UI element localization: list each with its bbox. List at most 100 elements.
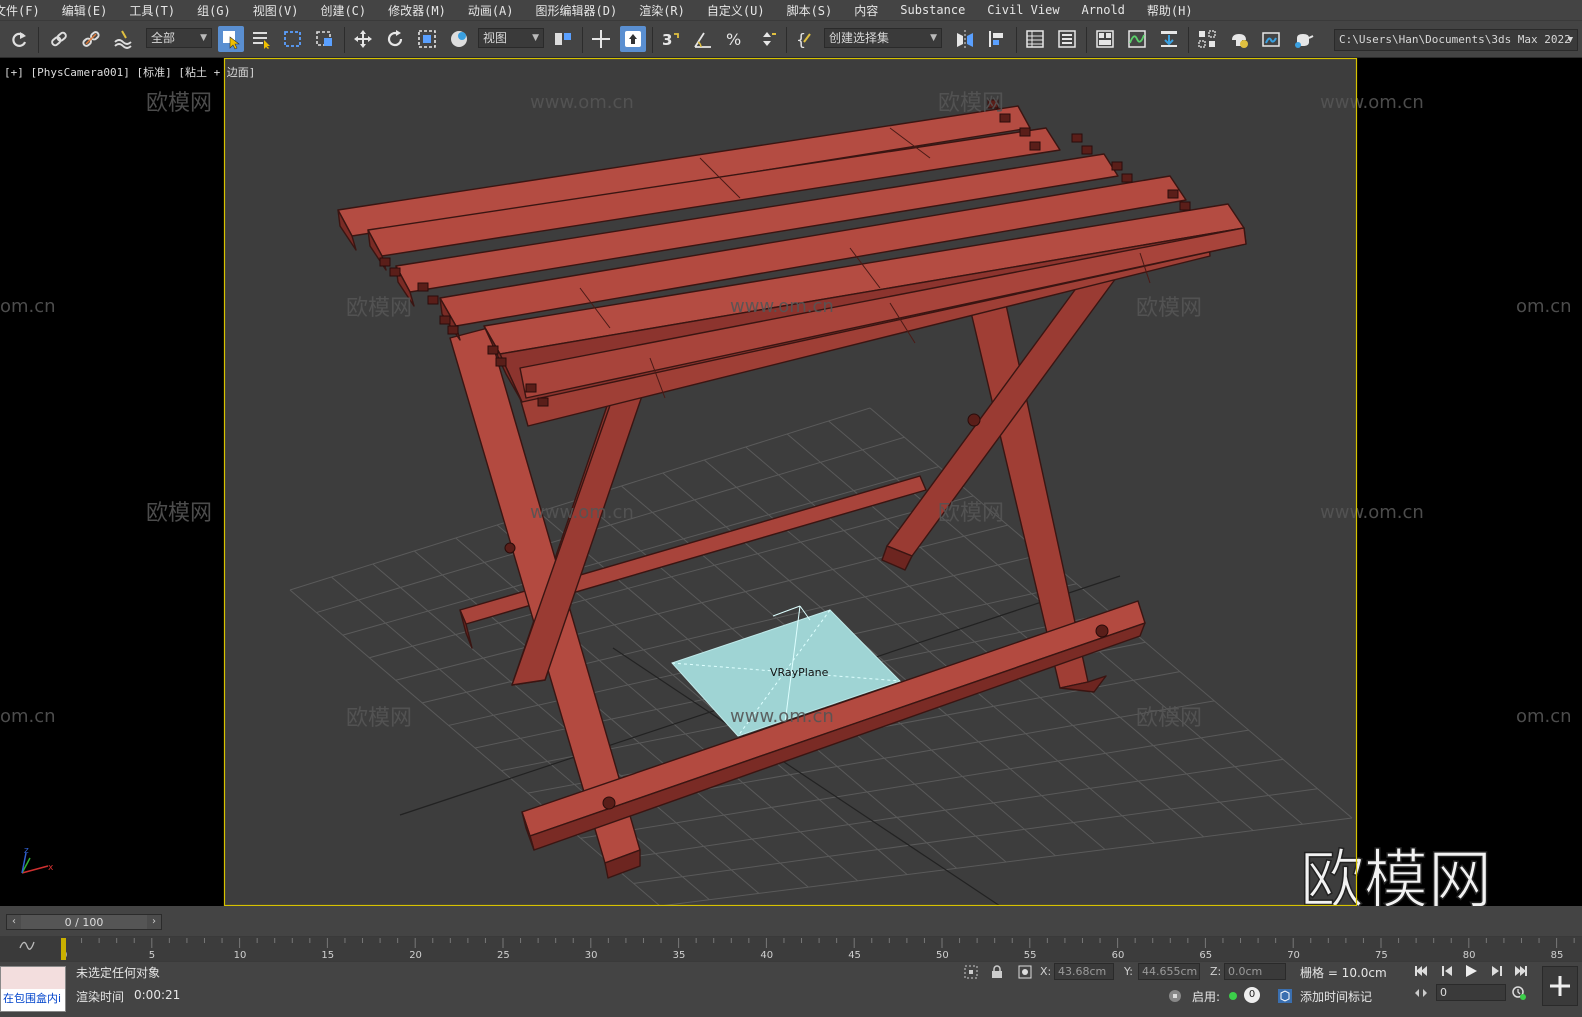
mirror-button[interactable] xyxy=(952,26,978,52)
material-editor-button[interactable] xyxy=(1194,26,1220,52)
track-bar[interactable]: 0510152025303540455055606570758085 xyxy=(0,936,1582,962)
menu-item-3[interactable]: 组(G) xyxy=(197,2,231,19)
menu-item-14[interactable]: Civil View xyxy=(987,3,1059,17)
percent-icon: % xyxy=(726,30,741,49)
go-to-end-button[interactable] xyxy=(1512,962,1530,980)
menu-item-15[interactable]: Arnold xyxy=(1082,3,1125,17)
viewport-label-menu[interactable]: [+] [PhysCamera001] [标准] [粘土 + 边面] xyxy=(4,64,255,80)
render-production-button[interactable] xyxy=(1290,26,1316,52)
edit-named-selection-button[interactable]: { xyxy=(792,26,818,52)
frame-counter: 0 / 100 xyxy=(64,915,104,929)
menu-item-10[interactable]: 自定义(U) xyxy=(707,2,765,19)
render-setup-icon xyxy=(1232,34,1248,48)
frame-tick-label: 40 xyxy=(760,950,773,961)
keyboard-shortcut-override-button[interactable] xyxy=(620,26,646,52)
bind-space-warp-button[interactable] xyxy=(110,26,136,52)
angle-snap-button[interactable] xyxy=(690,26,716,52)
menu-item-16[interactable]: 帮助(H) xyxy=(1147,2,1193,19)
menu-item-7[interactable]: 动画(A) xyxy=(468,2,514,19)
menu-item-13[interactable]: Substance xyxy=(900,3,965,17)
rectangular-selection-button[interactable] xyxy=(280,26,306,52)
menu-item-2[interactable]: 工具(T) xyxy=(129,2,175,19)
current-frame-marker[interactable] xyxy=(61,938,66,960)
select-object-button[interactable] xyxy=(218,26,244,52)
render-setup-button[interactable] xyxy=(1226,26,1252,52)
menu-item-1[interactable]: 编辑(E) xyxy=(62,2,108,19)
go-to-start-button[interactable] xyxy=(1412,962,1430,980)
time-tag-button[interactable] xyxy=(1276,987,1294,1005)
frame-tick-label: 20 xyxy=(409,950,422,961)
unlink-button[interactable] xyxy=(78,26,104,52)
spinner-snap-button[interactable] xyxy=(754,26,780,52)
play-button[interactable] xyxy=(1462,962,1480,980)
place-button[interactable] xyxy=(446,26,472,52)
svg-text:www.om.cn: www.om.cn xyxy=(730,296,834,317)
menu-item-6[interactable]: 修改器(M) xyxy=(388,2,446,19)
vray-plane-label: VRayPlane xyxy=(770,666,829,679)
render-time-value: 0:00:21 xyxy=(134,988,181,1002)
svg-text:欧模网: 欧模网 xyxy=(346,296,412,321)
axis-tripod-icon: x z xyxy=(21,846,54,874)
snaps-toggle-button[interactable]: 3 xyxy=(658,26,684,52)
menu-item-8[interactable]: 图形编辑器(D) xyxy=(536,2,618,19)
schematic-view-button[interactable] xyxy=(1156,26,1182,52)
menu-item-5[interactable]: 创建(C) xyxy=(320,2,366,19)
selection-filter-dropdown[interactable]: 全部 ▼ xyxy=(146,28,212,48)
align-button[interactable] xyxy=(984,26,1010,52)
svg-text:om.cn: om.cn xyxy=(1516,296,1572,317)
redo-button[interactable] xyxy=(6,26,32,52)
select-manipulate-button[interactable] xyxy=(588,26,614,52)
menu-item-0[interactable]: 文件(F) xyxy=(0,2,40,19)
link-button[interactable] xyxy=(46,26,72,52)
x-coordinate-field[interactable]: 43.68cm xyxy=(1054,963,1114,980)
menu-item-11[interactable]: 脚本(S) xyxy=(787,2,833,19)
viewport-area: VRayPlane 欧模网 www.om.cn 欧模网 www.om.cn om… xyxy=(0,58,1582,906)
svg-text:欧模网: 欧模网 xyxy=(938,501,1004,526)
maxscript-listener[interactable]: 在包围盒内i xyxy=(0,966,66,1012)
go-to-start-icon xyxy=(1415,966,1427,976)
toggle-ribbon-button[interactable] xyxy=(1092,26,1118,52)
reference-coordinate-dropdown[interactable]: 视图 ▼ xyxy=(478,28,544,48)
svg-text:www.om.cn: www.om.cn xyxy=(1320,92,1424,113)
time-slider[interactable]: ‹ 0 / 100 › xyxy=(6,914,162,930)
zoom-extents-all-button[interactable] xyxy=(1542,966,1578,1006)
next-frame-button[interactable] xyxy=(1488,962,1506,980)
curve-editor-button[interactable] xyxy=(1124,26,1150,52)
next-frame-icon[interactable]: › xyxy=(147,915,161,929)
add-time-tag[interactable]: 添加时间标记 xyxy=(1300,988,1372,1005)
svg-text:欧模网: 欧模网 xyxy=(938,91,1004,116)
time-tag-icon xyxy=(1278,989,1292,1003)
braces-icon: { xyxy=(796,30,811,49)
named-selection-set-dropdown[interactable]: 创建选择集 ▼ xyxy=(824,28,942,48)
previous-frame-button[interactable] xyxy=(1438,962,1456,980)
prev-frame-icon[interactable]: ‹ xyxy=(7,915,21,929)
menu-item-9[interactable]: 渲染(R) xyxy=(639,2,685,19)
scale-button[interactable] xyxy=(414,26,440,52)
project-path-field[interactable]: C:\Users\Han\Documents\3ds Max 2022 ▼ xyxy=(1334,29,1578,51)
key-mode-toggle-button[interactable] xyxy=(1412,984,1430,1002)
menu-item-12[interactable]: 内容 xyxy=(854,2,878,19)
percent-snap-button[interactable]: % xyxy=(722,26,748,52)
window-crossing-button[interactable] xyxy=(312,26,338,52)
viewport-scene[interactable]: VRayPlane 欧模网 www.om.cn 欧模网 www.om.cn om… xyxy=(0,58,1582,906)
menu-item-4[interactable]: 视图(V) xyxy=(253,2,299,19)
snap-3d-icon: 3 xyxy=(662,31,679,49)
adaptive-degradation-button[interactable] xyxy=(1166,987,1184,1005)
current-frame-field[interactable]: 0 xyxy=(1436,984,1506,1001)
selection-lock-button[interactable] xyxy=(988,963,1006,981)
frame-tick-label: 15 xyxy=(321,950,334,961)
select-by-name-button[interactable] xyxy=(248,26,274,52)
absolute-mode-button[interactable] xyxy=(1016,963,1034,981)
move-button[interactable] xyxy=(350,26,376,52)
angle-snap-icon xyxy=(694,32,711,48)
rendered-frame-window-button[interactable] xyxy=(1258,26,1284,52)
time-configuration-button[interactable] xyxy=(1510,984,1528,1002)
rotate-button[interactable] xyxy=(382,26,408,52)
pivot-point-button[interactable] xyxy=(550,26,576,52)
isolate-selection-button[interactable] xyxy=(962,963,980,981)
z-coordinate-field[interactable]: 0.0cm xyxy=(1224,963,1286,980)
scene-explorer-button[interactable] xyxy=(1022,26,1048,52)
layer-explorer-button[interactable] xyxy=(1054,26,1080,52)
y-coordinate-field[interactable]: 44.655cm xyxy=(1138,963,1200,980)
scene-explorer-icon xyxy=(1026,30,1044,48)
